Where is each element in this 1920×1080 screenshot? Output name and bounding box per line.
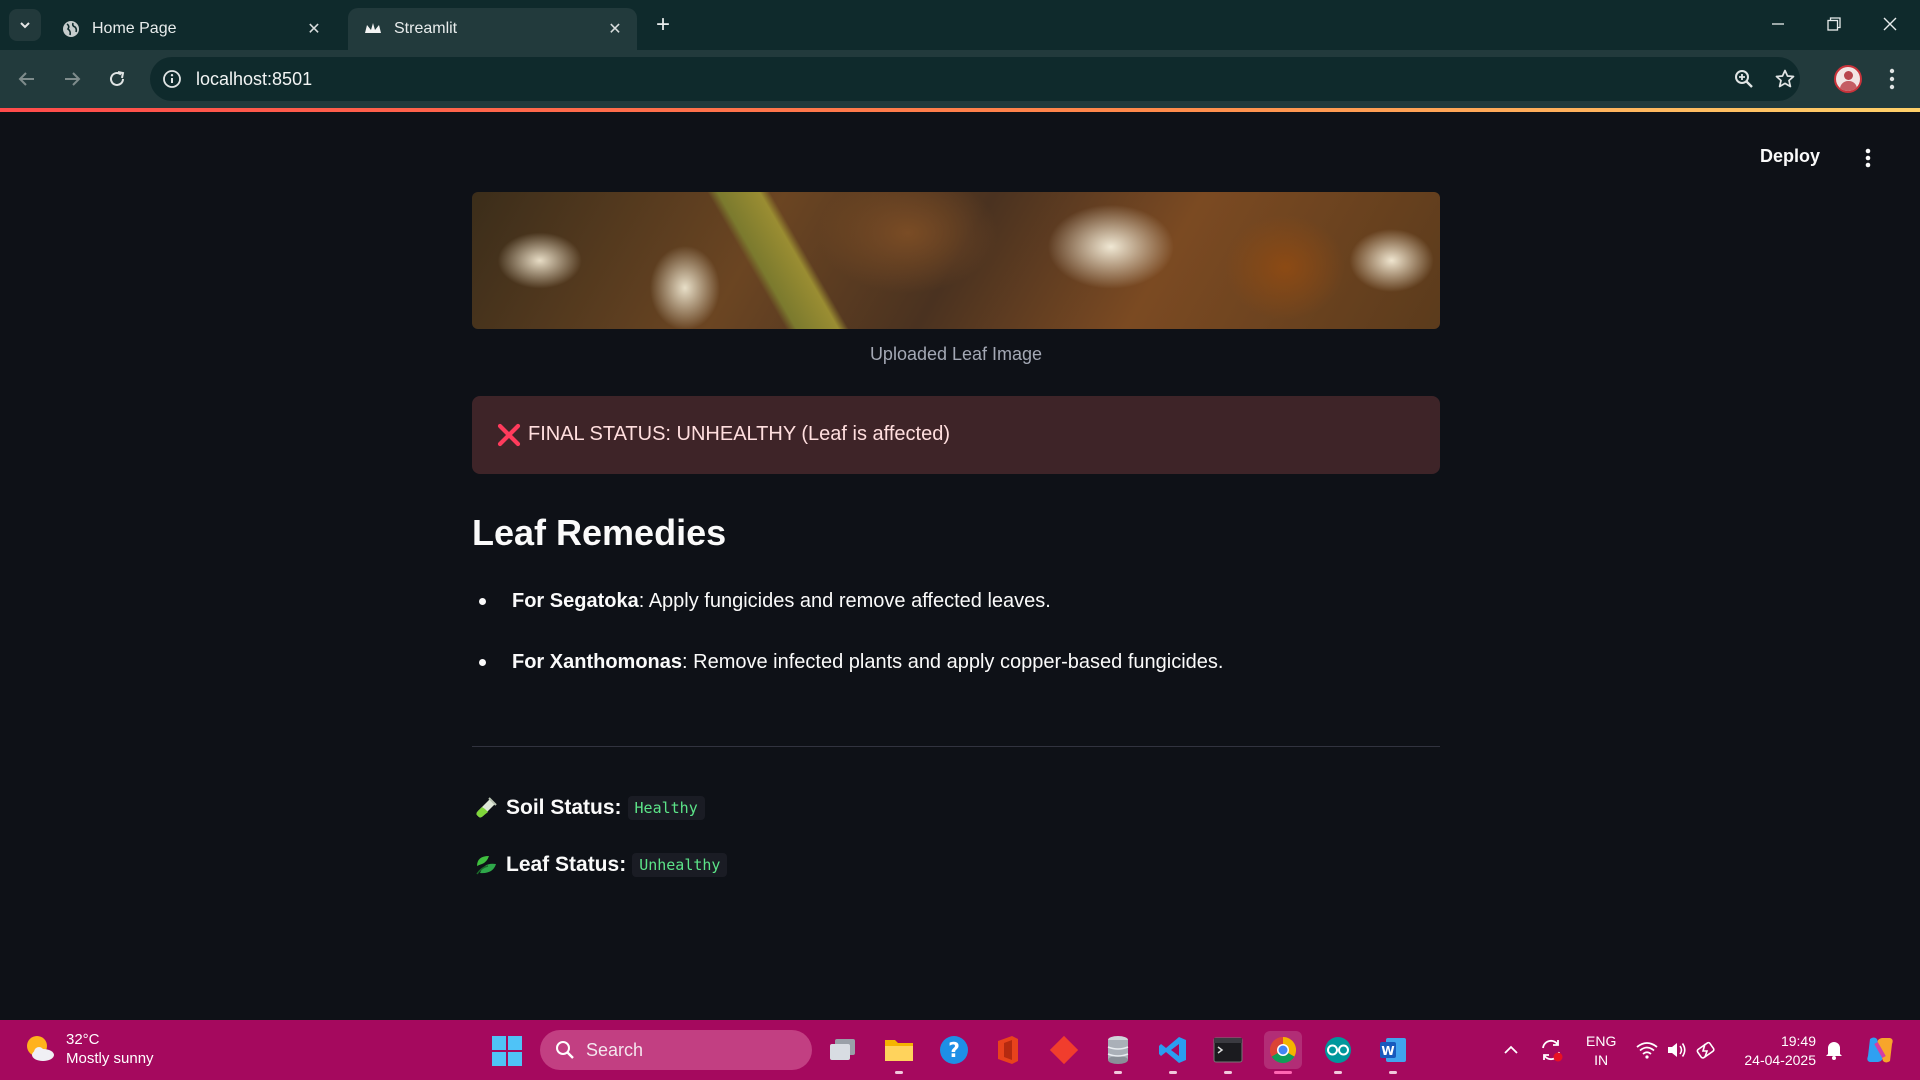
sun-cloud-icon — [24, 1033, 56, 1065]
weather-widget[interactable]: 32°C Mostly sunny — [24, 1030, 154, 1068]
notification-bell-icon[interactable] — [1824, 1020, 1844, 1080]
reload-icon[interactable] — [102, 64, 132, 94]
browser-tab-bar: Home Page ✕ Streamlit ✕ + — [0, 0, 1920, 50]
new-tab-button[interactable]: + — [650, 11, 676, 38]
soil-status-label: Soil Status: — [506, 796, 622, 819]
clock-time: 19:49 — [1780, 1033, 1816, 1049]
chrome-icon[interactable] — [1264, 1031, 1302, 1074]
uploaded-leaf-image — [472, 192, 1440, 329]
bullet — [479, 659, 486, 666]
sync-icon[interactable] — [1538, 1020, 1564, 1080]
arduino-icon[interactable] — [1319, 1031, 1357, 1074]
language-indicator[interactable]: ENG IN — [1586, 1032, 1616, 1070]
bookmark-star-icon[interactable] — [1773, 67, 1797, 91]
svg-text:W: W — [1381, 1044, 1394, 1058]
back-arrow-icon[interactable] — [12, 64, 42, 94]
address-bar[interactable]: localhost:8501 — [150, 57, 1800, 101]
tab-home-page[interactable]: Home Page ✕ — [46, 8, 336, 50]
copilot-icon[interactable] — [1864, 1020, 1896, 1080]
leaf-status-label: Leaf Status: — [506, 853, 627, 876]
tab-streamlit[interactable]: Streamlit ✕ — [348, 8, 637, 50]
remedy-text: : Remove infected plants and apply coppe… — [682, 651, 1224, 673]
svg-text:?: ? — [948, 1038, 960, 1062]
app-menu-icon[interactable] — [1858, 146, 1878, 170]
close-window-icon[interactable] — [1870, 8, 1910, 40]
terminal-icon[interactable] — [1209, 1031, 1247, 1074]
taskbar-search[interactable]: Search — [540, 1030, 812, 1070]
url-text: localhost:8501 — [196, 69, 313, 89]
remedies-list: For Segatoka: Apply fungicides and remov… — [472, 588, 1440, 710]
tab-title: Streamlit — [394, 20, 458, 37]
zoom-icon[interactable] — [1732, 67, 1756, 91]
status-alert: FINAL STATUS: UNHEALTHY (Leaf is affecte… — [472, 396, 1440, 474]
weather-temp: 32°C — [66, 1031, 100, 1048]
language-region: IN — [1594, 1052, 1609, 1068]
streamlit-crown-icon — [364, 20, 382, 38]
tab-search-dropdown-button[interactable] — [9, 9, 41, 41]
language-code: ENG — [1586, 1033, 1617, 1049]
show-hidden-icons-chevron-up-icon[interactable] — [1502, 1020, 1520, 1080]
streamlit-app: Deploy Uploaded Leaf Image FINAL STATUS:… — [0, 112, 1920, 1020]
git-icon[interactable] — [1045, 1031, 1083, 1069]
remedies-heading: Leaf Remedies — [472, 512, 727, 553]
chevron-down-icon — [20, 22, 30, 29]
test-tube-icon — [474, 796, 498, 820]
search-placeholder: Search — [586, 1039, 644, 1060]
remedy-label: For Xanthomonas — [512, 651, 683, 673]
divider — [472, 746, 1440, 747]
forward-arrow-icon[interactable] — [57, 64, 87, 94]
browser-menu-icon[interactable] — [1880, 64, 1904, 94]
vscode-icon[interactable] — [1154, 1031, 1192, 1074]
list-item: For Segatoka: Apply fungicides and remov… — [472, 588, 1440, 614]
database-icon[interactable] — [1099, 1031, 1137, 1074]
search-icon — [554, 1039, 576, 1061]
red-x-icon — [497, 423, 521, 447]
remedy-text: : Apply fungicides and remove affected l… — [638, 590, 1051, 612]
word-icon[interactable]: W — [1374, 1031, 1412, 1074]
soil-status-row: Soil Status: Healthy — [474, 796, 705, 820]
close-tab-icon[interactable]: ✕ — [605, 19, 625, 39]
wifi-icon[interactable] — [1636, 1020, 1658, 1080]
browser-toolbar: localhost:8501 — [0, 50, 1920, 108]
alert-text: FINAL STATUS: UNHEALTHY (Leaf is affecte… — [528, 423, 950, 445]
weather-desc: Mostly sunny — [66, 1050, 154, 1067]
minimize-icon[interactable] — [1758, 8, 1798, 40]
deploy-button[interactable]: Deploy — [1760, 146, 1820, 167]
battery-icon[interactable] — [1696, 1020, 1718, 1080]
remedy-label: For Segatoka — [512, 590, 639, 612]
leaf-status-row: Leaf Status: Unhealthy — [474, 853, 728, 877]
list-item: For Xanthomonas: Remove infected plants … — [472, 649, 1440, 675]
restore-icon[interactable] — [1814, 8, 1854, 40]
image-caption: Uploaded Leaf Image — [869, 344, 1043, 364]
soil-status-value: Healthy — [627, 796, 705, 820]
task-view-icon[interactable] — [824, 1031, 862, 1069]
file-explorer-icon[interactable] — [880, 1031, 918, 1074]
bullet — [479, 598, 486, 605]
clock-date: 24-04-2025 — [1744, 1052, 1816, 1068]
leaf-icon — [474, 853, 498, 877]
tab-title: Home Page — [92, 20, 177, 37]
office-icon[interactable] — [989, 1031, 1027, 1069]
volume-icon[interactable] — [1666, 1020, 1688, 1080]
windows-taskbar: 32°C Mostly sunny Search ? W ENG IN 19:4… — [0, 1020, 1920, 1080]
windows-start-icon[interactable] — [492, 1036, 522, 1066]
system-clock[interactable]: 19:49 24-04-2025 — [1736, 1032, 1816, 1070]
profile-avatar[interactable] — [1834, 65, 1862, 93]
site-info-icon[interactable] — [160, 67, 184, 91]
globe-icon — [62, 20, 80, 38]
close-tab-icon[interactable]: ✕ — [304, 19, 324, 39]
leaf-status-value: Unhealthy — [632, 853, 728, 877]
help-icon[interactable]: ? — [935, 1031, 973, 1069]
